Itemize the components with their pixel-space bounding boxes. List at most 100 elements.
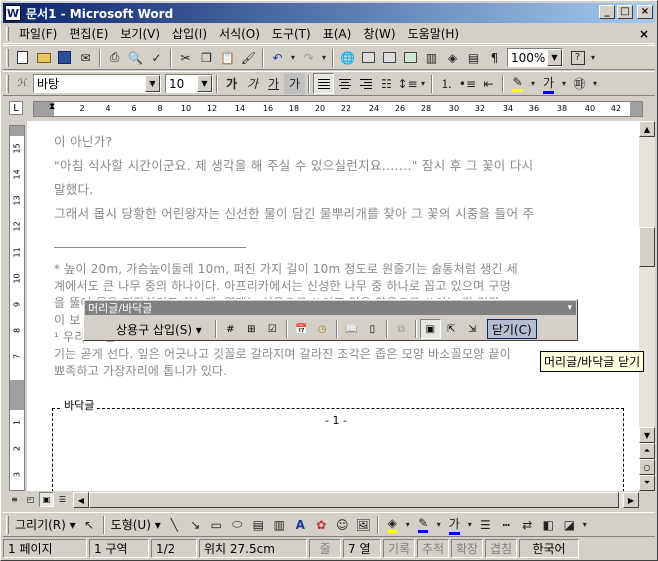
drawing-options-arrow[interactable]: ▾ (580, 514, 590, 535)
format-page-number-button[interactable]: ☑ (262, 319, 283, 339)
scroll-up-button[interactable]: ▲ (639, 121, 655, 137)
outline-view-button[interactable]: ☰ (55, 492, 70, 507)
show-hide-button[interactable]: ¶ (484, 47, 505, 68)
decrease-indent-button[interactable]: ⇤ (478, 73, 499, 94)
print-button[interactable]: ⎙ (104, 47, 125, 68)
bullets-button[interactable]: •≡ (457, 73, 478, 94)
title-bar[interactable]: W 문서1 - Microsoft Word _ □ × (3, 3, 655, 23)
undo-button[interactable]: ↶ (267, 47, 288, 68)
save-button[interactable] (54, 47, 75, 68)
email-button[interactable]: ✉ (75, 47, 96, 68)
insert-table-button[interactable] (379, 47, 400, 68)
line-style-button[interactable]: ☰ (475, 514, 496, 535)
dash-style-button[interactable]: ┅ (496, 514, 517, 535)
clip-art-button[interactable]: ☺ (332, 514, 353, 535)
menu-file[interactable]: 파일(F) (13, 25, 63, 42)
font-name-combo[interactable]: 바탕 ▼ (33, 74, 161, 93)
menu-edit[interactable]: 편집(E) (63, 25, 114, 42)
line-button[interactable]: ╲ (164, 514, 185, 535)
columns-button[interactable]: ▥ (421, 47, 442, 68)
line-color-button[interactable]: ✎ (413, 514, 434, 535)
menu-help[interactable]: 도움말(H) (402, 25, 466, 42)
bold-button[interactable]: 가 (221, 73, 242, 94)
status-language[interactable]: 한국어 (519, 539, 579, 558)
insert-page-number-button[interactable]: # (220, 319, 241, 339)
italic-button[interactable]: 가 (242, 73, 263, 94)
scroll-left-button[interactable]: ◀ (73, 492, 89, 508)
menu-table[interactable]: 표(A) (317, 25, 358, 42)
enclose-characters-button[interactable]: ㉺ (569, 73, 590, 94)
insert-time-button[interactable]: ◷ (312, 319, 333, 339)
paste-button[interactable]: 📋 (217, 47, 238, 68)
status-track-changes[interactable]: 추적 (417, 539, 449, 558)
tab-selector[interactable]: L (9, 101, 23, 115)
insert-page-count-button[interactable]: ⊞ (241, 319, 262, 339)
status-line[interactable]: 줄 (309, 539, 341, 558)
text-box-button[interactable]: ▤ (248, 514, 269, 535)
indent-marker-icon[interactable]: ⧗ (49, 102, 55, 112)
rectangle-button[interactable]: ▭ (206, 514, 227, 535)
horizontal-scroll-thumb[interactable] (89, 492, 619, 508)
close-button[interactable]: × (637, 5, 653, 19)
fill-color-button[interactable]: ◈ (382, 514, 403, 535)
arrow-style-button[interactable]: ⇄ (517, 514, 538, 535)
insert-picture-button[interactable]: 🖼 (353, 514, 374, 535)
menu-format[interactable]: 서식(O) (213, 25, 266, 42)
standard-toolbar-grip[interactable] (6, 48, 9, 67)
status-page[interactable]: 1 페이지 (3, 539, 87, 558)
menu-window[interactable]: 창(W) (357, 25, 401, 42)
normal-view-button[interactable]: ≡ (7, 492, 22, 507)
numbering-button[interactable]: ⒈ (436, 73, 457, 94)
menu-tools[interactable]: 도구(T) (266, 25, 317, 42)
character-shading-button[interactable]: 가 (284, 73, 305, 94)
diagram-button[interactable]: ✿ (311, 514, 332, 535)
same-as-previous-button[interactable]: ⧉ (391, 319, 412, 339)
select-objects-button[interactable]: ↖ (79, 514, 100, 535)
formatting-toolbar-grip[interactable] (6, 74, 9, 93)
menubar-grip[interactable] (6, 26, 9, 41)
vertical-text-box-button[interactable]: ▥ (269, 514, 290, 535)
shadow-button[interactable]: ◧ (538, 514, 559, 535)
select-browse-object-button[interactable]: ○ (639, 459, 655, 475)
print-layout-view-button[interactable]: ▣ (39, 492, 54, 507)
highlight-button[interactable]: ✎ (507, 73, 528, 94)
arrow-button[interactable]: ↘ (185, 514, 206, 535)
page-setup-button[interactable]: 📖 (341, 319, 362, 339)
redo-button[interactable]: ↷ (298, 47, 319, 68)
page-number-field[interactable]: - 1 - (325, 414, 347, 427)
status-page-count[interactable]: 1/2 (151, 539, 197, 558)
3d-button[interactable]: ◪ (559, 514, 580, 535)
font-name-dropdown-arrow[interactable]: ▼ (145, 75, 160, 92)
status-section[interactable]: 1 구역 (89, 539, 149, 558)
vertical-ruler[interactable]: 15 14 13 12 11 10 9 8 7 1 2 3 (9, 125, 25, 491)
formatting-options-arrow[interactable]: ▾ (590, 73, 600, 94)
toolbar-options-icon[interactable]: ▾ (567, 303, 572, 313)
menu-insert[interactable]: 삽입(I) (166, 25, 213, 42)
status-position[interactable]: 위치 27.5cm (199, 539, 307, 558)
word-app-icon[interactable]: W (5, 5, 21, 21)
styles-pane-button[interactable]: ℋ (12, 73, 33, 94)
hyperlink-button[interactable]: 🌐 (337, 47, 358, 68)
previous-page-button[interactable]: ⏶ (639, 443, 655, 459)
status-extend[interactable]: 확장 (451, 539, 483, 558)
show-next-button[interactable]: ⇲ (462, 319, 483, 339)
align-center-button[interactable] (334, 73, 355, 94)
tables-borders-button[interactable] (358, 47, 379, 68)
toolbar-options-arrow[interactable]: ▾ (588, 47, 598, 68)
help-button[interactable]: ? (567, 47, 588, 68)
drawing-toolbar-grip[interactable] (6, 515, 9, 534)
scroll-down-button[interactable]: ▼ (639, 427, 655, 443)
drawing-font-color-dropdown[interactable]: ▾ (465, 514, 475, 535)
minimize-button[interactable]: _ (599, 5, 615, 19)
maximize-button[interactable]: □ (617, 5, 633, 19)
underline-button[interactable]: 가 (263, 73, 284, 94)
cut-button[interactable]: ✂ (175, 47, 196, 68)
fill-color-dropdown[interactable]: ▾ (403, 514, 413, 535)
vertical-scrollbar[interactable]: ▲ ▼ ⏶ ○ ⏷ (639, 121, 655, 491)
align-right-button[interactable] (355, 73, 376, 94)
font-size-dropdown-arrow[interactable]: ▼ (197, 75, 212, 92)
menu-view[interactable]: 보기(V) (114, 25, 166, 42)
font-color-dropdown[interactable]: ▾ (559, 73, 569, 94)
drawing-button[interactable]: ◈ (442, 47, 463, 68)
spelling-button[interactable]: ✓ (146, 47, 167, 68)
